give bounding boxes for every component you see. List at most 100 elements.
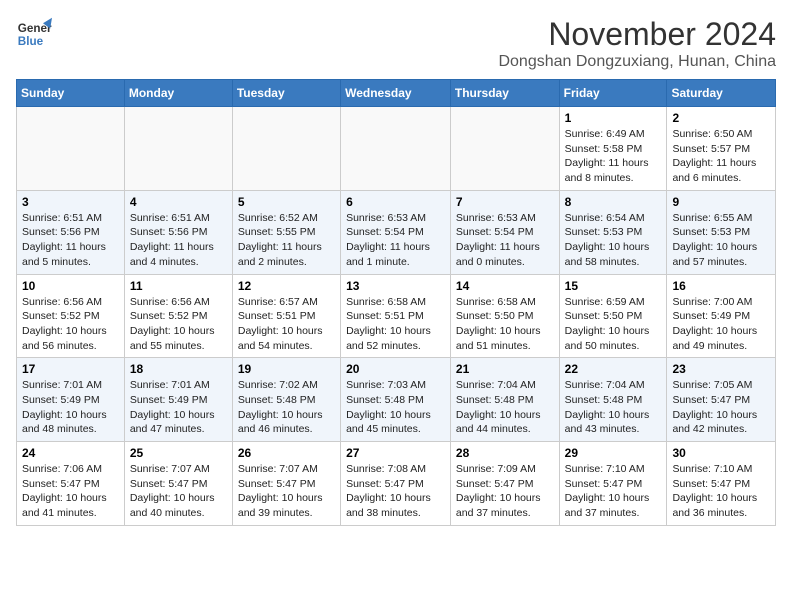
calendar-day-cell: 12Sunrise: 6:57 AM Sunset: 5:51 PM Dayli… (232, 274, 340, 358)
calendar-day-cell: 16 Sunrise: 7:00 AM Sunset: 5:49 PM Dayli… (667, 274, 776, 358)
calendar-day-cell: 29 Sunrise: 7:10 AM Sunset: 5:47 PM Dayli… (559, 442, 667, 526)
day-number: 17 (22, 362, 119, 376)
day-number: 19 (238, 362, 335, 376)
calendar-week-row: 17 Sunrise: 7:01 AM Sunset: 5:49 PM Dayli… (17, 358, 776, 442)
calendar-day-cell: 26 Sunrise: 7:07 AM Sunset: 5:47 PM Dayli… (232, 442, 340, 526)
day-number: 15 (565, 279, 662, 293)
day-info: Sunrise: 6:52 AM Sunset: 5:55 PM Dayligh… (238, 211, 335, 270)
day-number: 9 (672, 195, 770, 209)
day-info: Sunrise: 6:56 AM Sunset: 5:52 PM Dayligh… (130, 295, 227, 354)
day-info: Sunrise: 7:04 AM Sunset: 5:48 PM Dayligh… (565, 378, 662, 437)
calendar-week-row: 24 Sunrise: 7:06 AM Sunset: 5:47 PM Dayli… (17, 442, 776, 526)
logo: General Blue (16, 16, 52, 52)
day-number: 29 (565, 446, 662, 460)
day-number: 26 (238, 446, 335, 460)
day-info: Sunrise: 7:03 AM Sunset: 5:48 PM Dayligh… (346, 378, 445, 437)
day-info: Sunrise: 6:58 AM Sunset: 5:50 PM Dayligh… (456, 295, 554, 354)
day-number: 14 (456, 279, 554, 293)
day-info: Sunrise: 7:07 AM Sunset: 5:47 PM Dayligh… (238, 462, 335, 521)
day-number: 22 (565, 362, 662, 376)
day-info: Sunrise: 6:57 AM Sunset: 5:51 PM Dayligh… (238, 295, 335, 354)
weekday-header-row: SundayMondayTuesdayWednesdayThursdayFrid… (17, 80, 776, 107)
day-number: 11 (130, 279, 227, 293)
calendar-day-cell: 10 Sunrise: 6:56 AM Sunset: 5:52 PM Dayli… (17, 274, 125, 358)
calendar-day-cell: 5 Sunrise: 6:52 AM Sunset: 5:55 PM Daylig… (232, 190, 340, 274)
day-number: 25 (130, 446, 227, 460)
day-number: 16 (672, 279, 770, 293)
day-info: Sunrise: 7:05 AM Sunset: 5:47 PM Dayligh… (672, 378, 770, 437)
calendar-week-row: 3 Sunrise: 6:51 AM Sunset: 5:56 PM Daylig… (17, 190, 776, 274)
title-block: November 2024 Dongshan Dongzuxiang, Huna… (498, 16, 776, 71)
day-number: 10 (22, 279, 119, 293)
calendar-day-cell: 2Sunrise: 6:50 AM Sunset: 5:57 PM Daylig… (667, 107, 776, 191)
day-number: 3 (22, 195, 119, 209)
day-info: Sunrise: 7:07 AM Sunset: 5:47 PM Dayligh… (130, 462, 227, 521)
month-title: November 2024 (498, 16, 776, 53)
day-info: Sunrise: 6:56 AM Sunset: 5:52 PM Dayligh… (22, 295, 119, 354)
calendar-day-cell: 20 Sunrise: 7:03 AM Sunset: 5:48 PM Dayli… (341, 358, 451, 442)
day-info: Sunrise: 7:04 AM Sunset: 5:48 PM Dayligh… (456, 378, 554, 437)
day-number: 30 (672, 446, 770, 460)
day-number: 24 (22, 446, 119, 460)
calendar: SundayMondayTuesdayWednesdayThursdayFrid… (16, 79, 776, 526)
day-number: 21 (456, 362, 554, 376)
calendar-day-cell: 1Sunrise: 6:49 AM Sunset: 5:58 PM Daylig… (559, 107, 667, 191)
day-number: 20 (346, 362, 445, 376)
weekday-header: Friday (559, 80, 667, 107)
day-info: Sunrise: 7:00 AM Sunset: 5:49 PM Dayligh… (672, 295, 770, 354)
day-info: Sunrise: 7:06 AM Sunset: 5:47 PM Dayligh… (22, 462, 119, 521)
location: Dongshan Dongzuxiang, Hunan, China (498, 53, 776, 71)
day-info: Sunrise: 6:50 AM Sunset: 5:57 PM Dayligh… (672, 127, 770, 186)
day-info: Sunrise: 7:10 AM Sunset: 5:47 PM Dayligh… (672, 462, 770, 521)
calendar-day-cell (17, 107, 125, 191)
day-number: 6 (346, 195, 445, 209)
day-info: Sunrise: 6:55 AM Sunset: 5:53 PM Dayligh… (672, 211, 770, 270)
weekday-header: Thursday (450, 80, 559, 107)
calendar-day-cell: 30 Sunrise: 7:10 AM Sunset: 5:47 PM Dayli… (667, 442, 776, 526)
day-number: 18 (130, 362, 227, 376)
day-info: Sunrise: 6:58 AM Sunset: 5:51 PM Dayligh… (346, 295, 445, 354)
calendar-day-cell: 25 Sunrise: 7:07 AM Sunset: 5:47 PM Dayli… (124, 442, 232, 526)
calendar-day-cell: 28Sunrise: 7:09 AM Sunset: 5:47 PM Dayli… (450, 442, 559, 526)
calendar-week-row: 1Sunrise: 6:49 AM Sunset: 5:58 PM Daylig… (17, 107, 776, 191)
page-header: General Blue November 2024 Dongshan Dong… (16, 16, 776, 71)
calendar-day-cell (124, 107, 232, 191)
weekday-header: Saturday (667, 80, 776, 107)
calendar-day-cell: 24 Sunrise: 7:06 AM Sunset: 5:47 PM Dayli… (17, 442, 125, 526)
day-info: Sunrise: 6:51 AM Sunset: 5:56 PM Dayligh… (22, 211, 119, 270)
calendar-day-cell: 15 Sunrise: 6:59 AM Sunset: 5:50 PM Dayli… (559, 274, 667, 358)
day-info: Sunrise: 6:53 AM Sunset: 5:54 PM Dayligh… (346, 211, 445, 270)
day-info: Sunrise: 7:09 AM Sunset: 5:47 PM Dayligh… (456, 462, 554, 521)
day-number: 1 (565, 111, 662, 125)
calendar-day-cell (450, 107, 559, 191)
day-number: 13 (346, 279, 445, 293)
calendar-day-cell: 27Sunrise: 7:08 AM Sunset: 5:47 PM Dayli… (341, 442, 451, 526)
calendar-day-cell: 7Sunrise: 6:53 AM Sunset: 5:54 PM Daylig… (450, 190, 559, 274)
day-info: Sunrise: 7:01 AM Sunset: 5:49 PM Dayligh… (22, 378, 119, 437)
calendar-day-cell: 14 Sunrise: 6:58 AM Sunset: 5:50 PM Dayli… (450, 274, 559, 358)
calendar-day-cell: 4Sunrise: 6:51 AM Sunset: 5:56 PM Daylig… (124, 190, 232, 274)
calendar-day-cell: 8Sunrise: 6:54 AM Sunset: 5:53 PM Daylig… (559, 190, 667, 274)
calendar-day-cell: 19 Sunrise: 7:02 AM Sunset: 5:48 PM Dayli… (232, 358, 340, 442)
calendar-day-cell: 17 Sunrise: 7:01 AM Sunset: 5:49 PM Dayli… (17, 358, 125, 442)
svg-text:Blue: Blue (18, 35, 44, 48)
calendar-day-cell: 22 Sunrise: 7:04 AM Sunset: 5:48 PM Dayli… (559, 358, 667, 442)
day-number: 8 (565, 195, 662, 209)
weekday-header: Monday (124, 80, 232, 107)
day-info: Sunrise: 7:02 AM Sunset: 5:48 PM Dayligh… (238, 378, 335, 437)
day-info: Sunrise: 7:01 AM Sunset: 5:49 PM Dayligh… (130, 378, 227, 437)
calendar-day-cell: 6 Sunrise: 6:53 AM Sunset: 5:54 PM Daylig… (341, 190, 451, 274)
calendar-day-cell: 18 Sunrise: 7:01 AM Sunset: 5:49 PM Dayli… (124, 358, 232, 442)
calendar-day-cell: 3 Sunrise: 6:51 AM Sunset: 5:56 PM Daylig… (17, 190, 125, 274)
logo-icon: General Blue (16, 16, 52, 52)
calendar-day-cell: 13 Sunrise: 6:58 AM Sunset: 5:51 PM Dayli… (341, 274, 451, 358)
weekday-header: Wednesday (341, 80, 451, 107)
day-info: Sunrise: 6:59 AM Sunset: 5:50 PM Dayligh… (565, 295, 662, 354)
day-number: 5 (238, 195, 335, 209)
day-number: 7 (456, 195, 554, 209)
day-info: Sunrise: 7:10 AM Sunset: 5:47 PM Dayligh… (565, 462, 662, 521)
calendar-day-cell: 21 Sunrise: 7:04 AM Sunset: 5:48 PM Dayli… (450, 358, 559, 442)
calendar-day-cell: 11 Sunrise: 6:56 AM Sunset: 5:52 PM Dayli… (124, 274, 232, 358)
day-info: Sunrise: 6:51 AM Sunset: 5:56 PM Dayligh… (130, 211, 227, 270)
calendar-day-cell (232, 107, 340, 191)
